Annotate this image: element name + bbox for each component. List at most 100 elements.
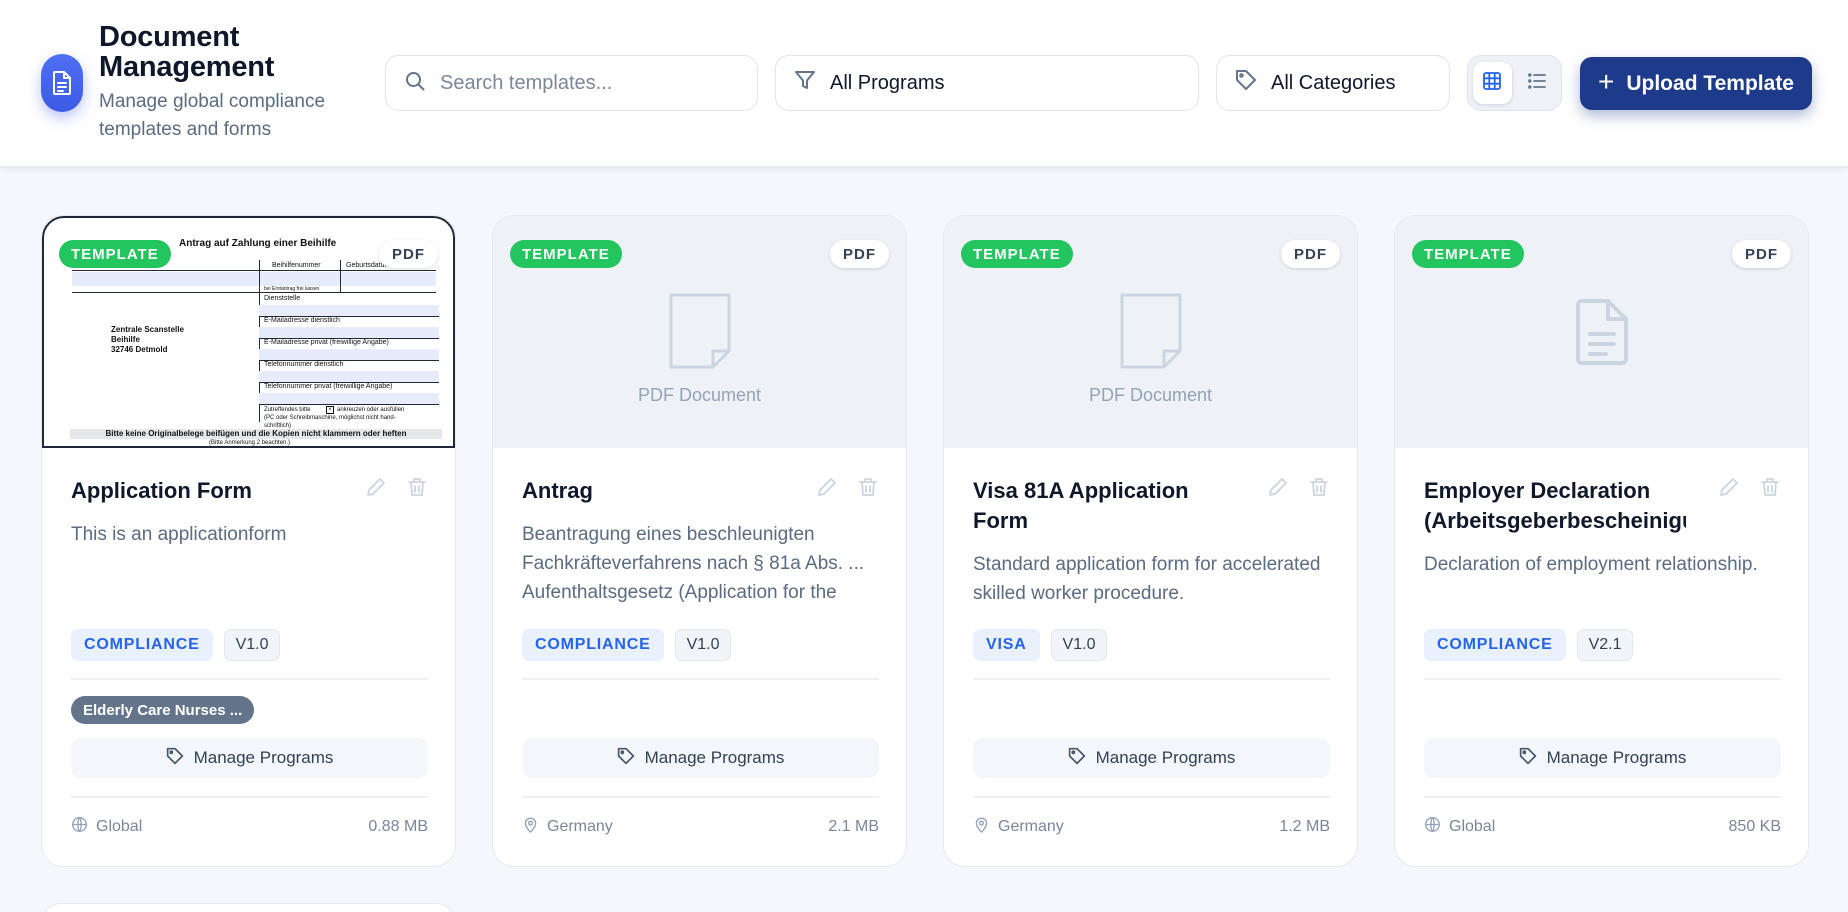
manage-programs-label: Manage Programs	[644, 748, 785, 767]
page-subtitle: Manage global compliance templates and f…	[99, 91, 326, 140]
location-label: Germany	[547, 818, 613, 835]
edit-icon[interactable]	[365, 476, 387, 503]
card-title: Antrag	[522, 478, 593, 503]
manage-programs-button[interactable]: Manage Programs	[1424, 738, 1781, 778]
file-icon	[668, 292, 732, 375]
divider	[522, 796, 879, 798]
card-description: Standard application form for accelerate…	[973, 554, 1321, 604]
card-footer: Global 0.88 MB	[71, 816, 428, 838]
trash-icon[interactable]	[406, 476, 428, 503]
card-description: Beantragung eines beschleunigten Fachkrä…	[522, 524, 865, 603]
filter-icon	[794, 69, 816, 97]
template-badge: TEMPLATE	[510, 240, 622, 268]
manage-programs-button[interactable]: Manage Programs	[522, 738, 879, 778]
divider	[1424, 796, 1781, 798]
page-header: Document Management Manage global compli…	[0, 0, 1848, 168]
upload-template-button[interactable]: + Upload Template	[1580, 57, 1812, 110]
globe-icon	[71, 816, 88, 838]
card-body: Antrag Beantragung eines beschleunigten …	[522, 476, 879, 607]
divider	[522, 678, 879, 680]
category-tag: COMPLIANCE	[522, 629, 664, 661]
categories-filter-value: All Categories	[1271, 71, 1396, 94]
card-preview[interactable]: TEMPLATE PDF PDF Document	[493, 216, 906, 448]
version-tag: V1.0	[674, 629, 732, 661]
map-pin-icon	[522, 816, 539, 838]
grid-view-button[interactable]	[1473, 62, 1512, 104]
map-pin-icon	[973, 816, 990, 838]
card-body: Visa 81A Application Form Standard appli…	[973, 476, 1330, 608]
card-footer: Global 850 KB	[1424, 816, 1781, 838]
card-preview[interactable]: TEMPLATE PDF PDF Document	[944, 216, 1357, 448]
program-pill[interactable]: Elderly Care Nurses ...	[71, 696, 255, 724]
card-actions	[816, 476, 879, 503]
pdf-placeholder: PDF Document	[493, 292, 906, 406]
file-icon	[1119, 292, 1183, 375]
plus-icon: +	[1598, 66, 1615, 97]
divider	[71, 678, 428, 680]
template-card[interactable]: TEMPLATE PDF PDF Document Antrag Beantra…	[492, 215, 907, 867]
tag-icon	[166, 747, 184, 770]
edit-icon[interactable]	[1718, 476, 1740, 503]
list-view-button[interactable]	[1518, 62, 1557, 104]
manage-programs-button[interactable]: Manage Programs	[973, 738, 1330, 778]
programs-filter[interactable]: All Programs	[775, 55, 1199, 111]
card-footer: Germany 2.1 MB	[522, 816, 879, 838]
upload-template-label: Upload Template	[1626, 71, 1794, 95]
grid-icon	[1482, 71, 1502, 96]
card-body: Employer Declaration (Arbeitsgeberbesche…	[1424, 476, 1781, 579]
list-icon	[1527, 71, 1547, 96]
divider	[973, 796, 1330, 798]
location: Global	[1424, 816, 1495, 838]
trash-icon[interactable]	[857, 476, 879, 503]
edit-icon[interactable]	[816, 476, 838, 503]
location-label: Global	[96, 818, 143, 835]
tag-row: COMPLIANCE V1.0	[522, 629, 732, 661]
file-size: 1.2 MB	[1279, 818, 1330, 835]
file-size: 850 KB	[1728, 818, 1781, 835]
search-input[interactable]	[440, 71, 740, 95]
pdf-badge: PDF	[830, 240, 889, 268]
card-title: Employer Declaration (Arbeitsgeberbesche…	[1424, 478, 1686, 533]
location: Germany	[973, 816, 1064, 838]
tag-row: VISA V1.0	[973, 629, 1108, 661]
pdf-badge: PDF	[1732, 240, 1791, 268]
trash-icon[interactable]	[1308, 476, 1330, 503]
template-card[interactable]: TEMPLATE PDF PDF Document Visa 81A Appli…	[943, 215, 1358, 867]
pdf-badge: PDF	[379, 240, 438, 268]
card-description: This is an applicationform	[71, 524, 287, 545]
programs-filter-value: All Programs	[830, 71, 945, 94]
category-tag: COMPLIANCE	[1424, 629, 1566, 661]
pdf-badge: PDF	[1281, 240, 1340, 268]
trash-icon[interactable]	[1759, 476, 1781, 503]
card-preview[interactable]: TEMPLATE PDF	[1395, 216, 1808, 448]
card-body: Application Form This is an applicationf…	[71, 476, 428, 549]
categories-filter[interactable]: All Categories	[1216, 55, 1450, 111]
location-label: Germany	[998, 818, 1064, 835]
card-title: Visa 81A Application Form	[973, 478, 1189, 533]
manage-programs-label: Manage Programs	[1095, 748, 1236, 767]
version-tag: V1.0	[223, 629, 281, 661]
divider	[973, 678, 1330, 680]
manage-programs-button[interactable]: Manage Programs	[71, 738, 428, 778]
placeholder-label: PDF Document	[1088, 385, 1213, 405]
template-badge: TEMPLATE	[1412, 240, 1524, 268]
edit-icon[interactable]	[1267, 476, 1289, 503]
document-icon	[41, 54, 83, 112]
card-title: Application Form	[71, 478, 252, 503]
template-card[interactable]: Antrag auf Zahlung einer Beihilfe Beihil…	[41, 215, 456, 867]
title-block: Document Management Manage global compli…	[99, 22, 369, 144]
globe-icon	[1424, 816, 1441, 838]
view-toggle	[1467, 55, 1562, 111]
divider	[1424, 678, 1781, 680]
version-tag: V2.1	[1576, 629, 1634, 661]
card-preview[interactable]: Antrag auf Zahlung einer Beihilfe Beihil…	[42, 216, 455, 448]
card-description: Declaration of employment relationship.	[1424, 554, 1758, 575]
template-badge: TEMPLATE	[59, 240, 171, 268]
search-box[interactable]	[385, 55, 758, 111]
location-label: Global	[1449, 818, 1496, 835]
card-footer: Germany 1.2 MB	[973, 816, 1330, 838]
template-card[interactable]: TEMPLATE PDF Employer Declaration (Arbei…	[1394, 215, 1809, 867]
card-actions	[365, 476, 428, 503]
manage-programs-label: Manage Programs	[193, 748, 334, 767]
document-icon	[1574, 298, 1630, 371]
